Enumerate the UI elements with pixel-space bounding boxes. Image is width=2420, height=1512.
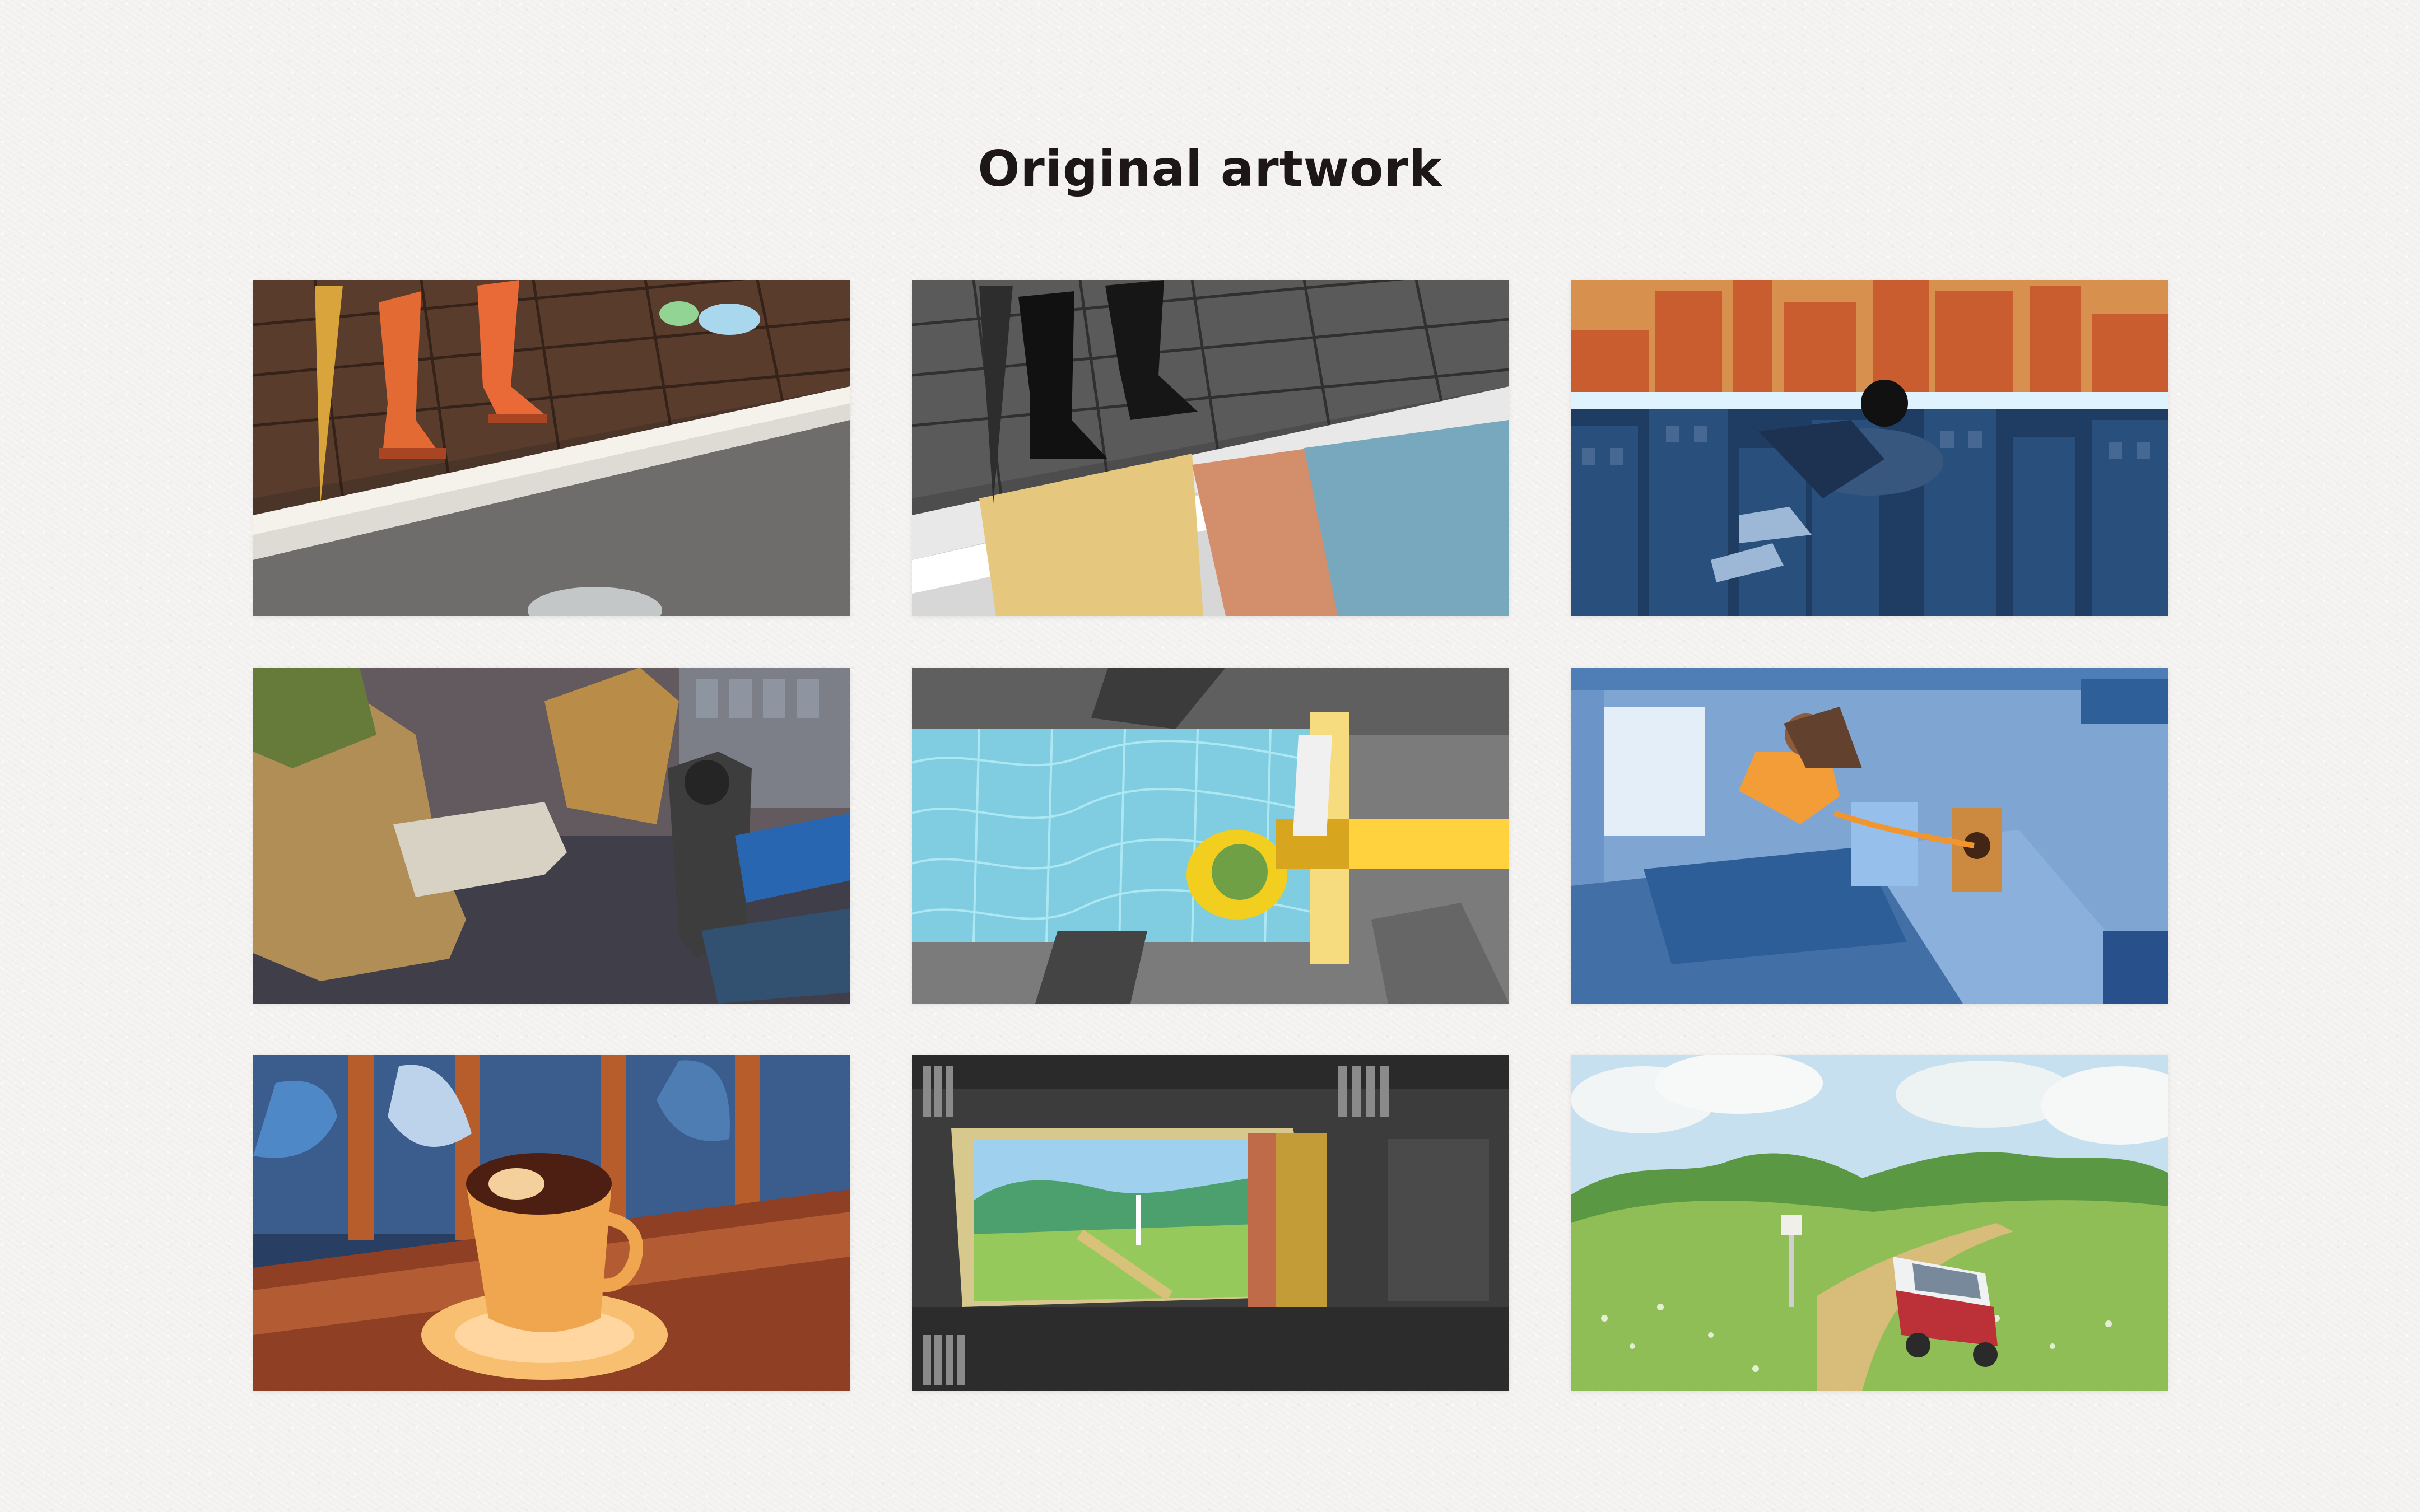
artwork-tile-7[interactable] bbox=[253, 1055, 850, 1391]
artwork-tile-8[interactable] bbox=[912, 1055, 1509, 1391]
artwork-tile-9[interactable] bbox=[1571, 1055, 2168, 1391]
artwork-image-bookshelf-landscape bbox=[912, 1055, 1509, 1391]
artwork-tile-1[interactable] bbox=[253, 280, 850, 616]
artwork-image-valley-bus bbox=[1571, 1055, 2168, 1391]
artwork-image-flooded-city bbox=[1571, 280, 2168, 616]
artwork-image-monochrome-boots bbox=[912, 280, 1509, 616]
artwork-tile-6[interactable] bbox=[1571, 668, 2168, 1004]
artwork-image-orange-boots bbox=[253, 280, 850, 616]
artwork-image-feet-crowd bbox=[253, 668, 850, 1004]
artwork-gallery bbox=[253, 280, 2169, 1391]
artwork-tile-2[interactable] bbox=[912, 280, 1509, 616]
artwork-tile-3[interactable] bbox=[1571, 280, 2168, 616]
artwork-image-floating-girl-bedroom bbox=[1571, 668, 2168, 1004]
artwork-image-pool-room bbox=[912, 668, 1509, 1004]
artwork-image-coffee-cup bbox=[253, 1055, 850, 1391]
page-title: Original artwork bbox=[978, 139, 1442, 198]
artwork-tile-4[interactable] bbox=[253, 668, 850, 1004]
artwork-tile-5[interactable] bbox=[912, 668, 1509, 1004]
